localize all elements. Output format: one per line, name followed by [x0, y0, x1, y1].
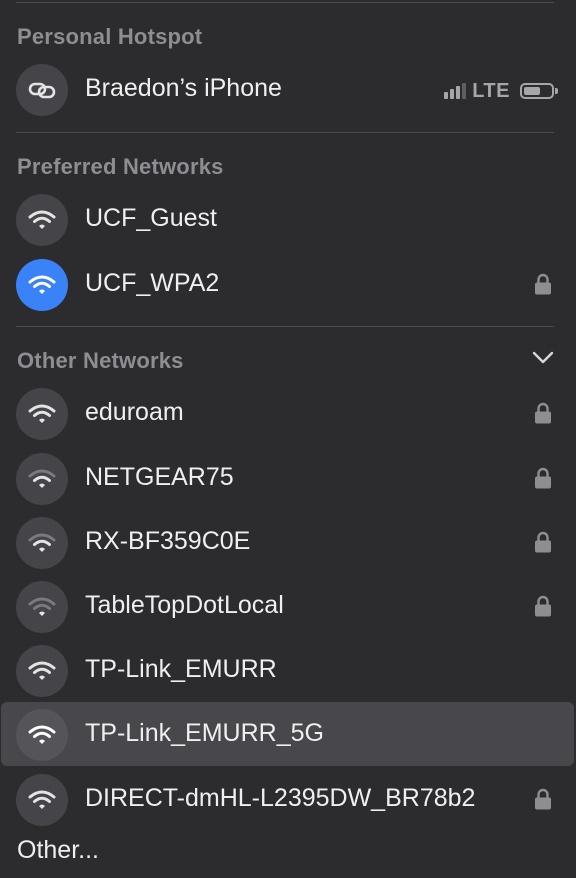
battery-icon	[520, 83, 558, 99]
network-name: UCF_WPA2	[85, 269, 220, 297]
network-row-ucf-wpa2[interactable]: UCF_WPA2	[0, 252, 576, 316]
wifi-icon	[28, 469, 56, 488]
network-row-tabletopdotlocal[interactable]: TableTopDotLocal	[0, 574, 576, 638]
network-row-netgear75[interactable]: NETGEAR75	[0, 446, 576, 510]
network-row-eduroam[interactable]: eduroam	[0, 381, 576, 445]
section-title-hotspot: Personal Hotspot	[17, 24, 203, 49]
lock-icon	[535, 402, 551, 424]
wifi-icon-circle	[16, 581, 68, 633]
wifi-icon-circle-connected	[16, 259, 68, 311]
network-row-tp-link-emurr-5g[interactable]: TP-Link_EMURR_5G	[1, 702, 574, 766]
divider-hotspot	[16, 132, 554, 133]
wifi-icon-circle	[16, 709, 68, 761]
wifi-icon	[28, 661, 56, 680]
wifi-icon	[28, 404, 56, 423]
wifi-icon-circle	[16, 388, 68, 440]
wifi-icon-circle	[16, 774, 68, 826]
hotspot-status: LTE	[444, 79, 558, 103]
wifi-icon	[28, 725, 56, 744]
wifi-icon-circle	[16, 194, 68, 246]
other-networks-button[interactable]: Other...	[17, 836, 99, 865]
lock-icon	[535, 467, 551, 489]
network-row-direct-dmhl[interactable]: DIRECT-dmHL-L2395DW_BR78b2	[0, 767, 576, 831]
lock-icon	[535, 531, 551, 553]
top-divider	[16, 2, 554, 3]
lock-icon	[535, 788, 551, 810]
chevron-down-icon[interactable]	[532, 351, 554, 365]
hotspot-icon-circle	[16, 64, 68, 116]
section-title-other: Other Networks	[17, 348, 184, 373]
network-name: UCF_Guest	[85, 204, 217, 232]
network-name: NETGEAR75	[85, 463, 234, 491]
network-name: DIRECT-dmHL-L2395DW_BR78b2	[85, 784, 476, 812]
network-name: eduroam	[85, 398, 184, 426]
wifi-icon	[28, 210, 56, 229]
network-name: TP-Link_EMURR	[85, 655, 277, 683]
network-row-tp-link-emurr[interactable]: TP-Link_EMURR	[0, 638, 576, 702]
wifi-icon-circle	[16, 645, 68, 697]
section-title-preferred: Preferred Networks	[17, 154, 224, 179]
link-icon	[28, 82, 56, 99]
wifi-icon-circle	[16, 453, 68, 505]
wifi-icon-circle	[16, 517, 68, 569]
network-name: TableTopDotLocal	[85, 591, 284, 619]
hotspot-device-name: Braedon’s iPhone	[85, 74, 282, 102]
network-name: TP-Link_EMURR_5G	[85, 719, 324, 747]
network-row-rx-bf359c0e[interactable]: RX-BF359C0E	[0, 510, 576, 574]
wifi-icon	[28, 790, 56, 809]
divider-preferred	[16, 326, 554, 327]
lock-icon	[535, 273, 551, 295]
wifi-icon	[28, 597, 56, 616]
network-type-label: LTE	[472, 79, 510, 102]
lock-icon	[535, 595, 551, 617]
signal-bars	[444, 83, 467, 99]
wifi-icon	[28, 275, 56, 294]
network-row-ucf-guest[interactable]: UCF_Guest	[0, 187, 576, 251]
wifi-icon	[28, 533, 56, 552]
network-name: RX-BF359C0E	[85, 527, 251, 555]
